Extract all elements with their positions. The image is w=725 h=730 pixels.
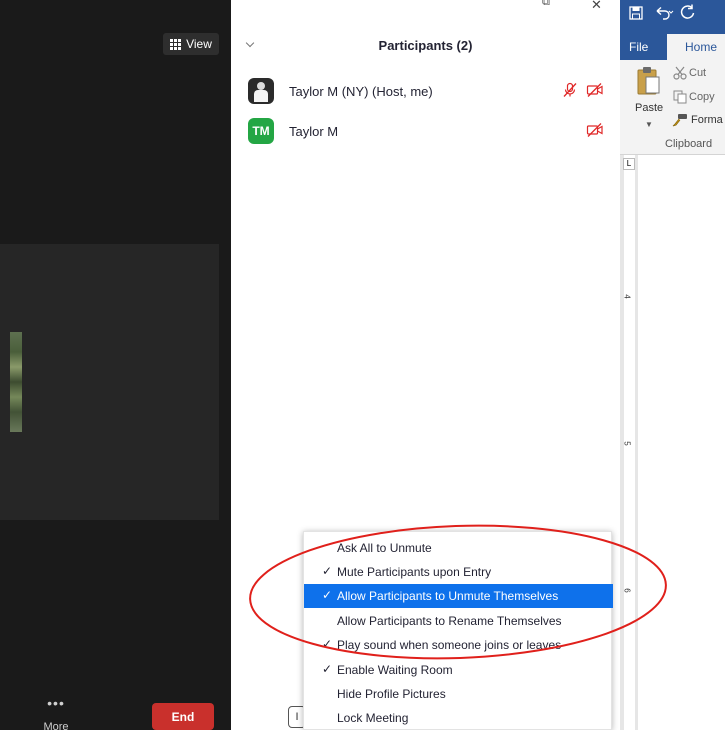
end-meeting-button[interactable]: End bbox=[152, 703, 214, 730]
redo-icon[interactable] bbox=[680, 4, 696, 25]
document-page[interactable] bbox=[638, 155, 725, 730]
panel-title: Participants (2) bbox=[378, 38, 473, 53]
cut-label[interactable]: Cut bbox=[689, 67, 706, 79]
checkmark-icon: ✓ bbox=[322, 588, 333, 602]
ruler-number: 4 bbox=[622, 294, 632, 299]
video-off-icon[interactable] bbox=[586, 82, 604, 103]
menu-item-lock-meeting[interactable]: Lock Meeting bbox=[304, 706, 613, 730]
menu-item-enable-waiting-room[interactable]: ✓ Enable Waiting Room bbox=[304, 658, 613, 682]
ruler-number: 5 bbox=[622, 441, 632, 446]
menu-item-label: Lock Meeting bbox=[337, 711, 409, 725]
tab-selector[interactable]: L bbox=[623, 158, 635, 170]
paste-icon[interactable] bbox=[636, 66, 660, 101]
more-label: More bbox=[43, 721, 69, 730]
menu-item-label: Allow Participants to Unmute Themselves bbox=[337, 589, 559, 603]
ruler-number: 6 bbox=[622, 588, 632, 593]
more-button[interactable]: ••• More bbox=[36, 695, 76, 730]
menu-item-hide-profile-pictures[interactable]: Hide Profile Pictures bbox=[304, 682, 613, 706]
video-tile bbox=[0, 244, 219, 520]
more-icon: ••• bbox=[47, 695, 65, 711]
menu-item-mute-upon-entry[interactable]: ✓ Mute Participants upon Entry bbox=[304, 560, 613, 584]
video-pane: View ••• More End bbox=[0, 0, 231, 730]
video-off-icon[interactable] bbox=[586, 122, 604, 143]
avatar bbox=[248, 78, 274, 104]
save-icon[interactable] bbox=[629, 6, 643, 25]
paste-label[interactable]: Paste bbox=[635, 102, 663, 114]
vertical-ruler: L 4 5 6 bbox=[620, 155, 638, 730]
participant-name: Taylor M bbox=[289, 124, 339, 139]
view-label: View bbox=[186, 37, 212, 51]
word-window: File Home Paste ▼ Cut Copy Forma Clipboa… bbox=[620, 0, 725, 730]
menu-item-allow-unmute-themselves[interactable]: ✓ Allow Participants to Unmute Themselve… bbox=[304, 584, 613, 608]
close-icon[interactable]: ✕ bbox=[591, 0, 602, 13]
checkmark-icon: ✓ bbox=[322, 564, 333, 578]
copy-icon[interactable] bbox=[673, 90, 687, 109]
participant-options-menu: Ask All to Unmute ✓ Mute Participants up… bbox=[303, 531, 613, 730]
menu-item-label: Mute Participants upon Entry bbox=[337, 565, 492, 579]
cut-icon[interactable] bbox=[673, 66, 687, 85]
format-painter-icon[interactable] bbox=[672, 113, 688, 132]
ribbon-home: Paste ▼ Cut Copy Forma Clipboard bbox=[620, 60, 725, 155]
muted-microphone-icon[interactable] bbox=[562, 82, 578, 103]
video-feed-fragment bbox=[10, 332, 22, 432]
menu-item-label: Play sound when someone joins or leaves bbox=[337, 638, 562, 652]
participant-row[interactable]: TM Taylor M bbox=[248, 118, 608, 144]
format-painter-label[interactable]: Forma bbox=[691, 114, 723, 126]
menu-item-label: Ask All to Unmute bbox=[337, 541, 432, 555]
copy-label[interactable]: Copy bbox=[689, 91, 715, 103]
tab-home[interactable]: Home bbox=[667, 34, 725, 60]
popout-icon[interactable]: ⧉ bbox=[542, 0, 550, 9]
ribbon-tabs: File Home bbox=[620, 34, 725, 60]
menu-item-ask-all-to-unmute[interactable]: Ask All to Unmute bbox=[304, 536, 613, 560]
menu-item-label: Allow Participants to Rename Themselves bbox=[337, 614, 562, 628]
checkmark-icon: ✓ bbox=[322, 662, 333, 676]
grid-icon bbox=[170, 38, 182, 50]
chevron-down-icon[interactable]: ▼ bbox=[645, 120, 653, 129]
menu-item-label: Hide Profile Pictures bbox=[337, 687, 446, 701]
menu-item-allow-rename-themselves[interactable]: Allow Participants to Rename Themselves bbox=[304, 609, 613, 633]
participant-name: Taylor M (NY) (Host, me) bbox=[289, 84, 433, 99]
tab-file[interactable]: File bbox=[629, 40, 648, 54]
checkmark-icon: ✓ bbox=[322, 637, 333, 651]
avatar: TM bbox=[248, 118, 274, 144]
participants-panel: ⧉ ✕ Participants (2) Taylor M (NY) (Host… bbox=[231, 0, 620, 730]
menu-item-label: Enable Waiting Room bbox=[337, 663, 453, 677]
clipboard-group-label: Clipboard bbox=[665, 138, 713, 150]
participant-row-host[interactable]: Taylor M (NY) (Host, me) bbox=[248, 78, 608, 104]
menu-item-play-join-sound[interactable]: ✓ Play sound when someone joins or leave… bbox=[304, 633, 613, 657]
view-button[interactable]: View bbox=[163, 33, 219, 55]
word-titlebar bbox=[620, 0, 725, 34]
undo-icon[interactable] bbox=[654, 6, 674, 25]
